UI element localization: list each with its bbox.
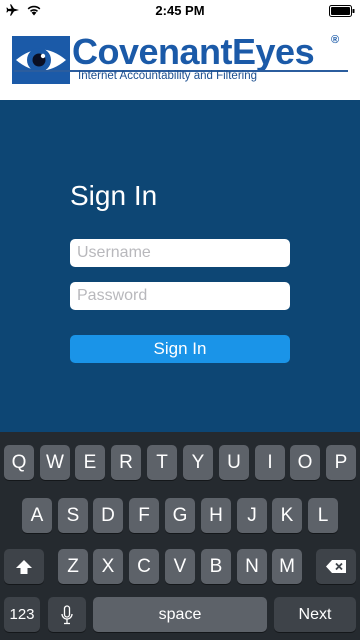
signin-button[interactable]: Sign In xyxy=(70,335,290,363)
username-input[interactable] xyxy=(70,239,290,267)
key-u[interactable]: U xyxy=(219,445,249,480)
key-d[interactable]: D xyxy=(93,498,123,533)
status-time: 2:45 PM xyxy=(155,3,205,18)
logo-tagline: Internet Accountability and Filtering xyxy=(78,70,257,82)
status-bar: 2:45 PM xyxy=(0,0,360,20)
backspace-icon xyxy=(326,560,346,573)
key-r[interactable]: R xyxy=(111,445,141,480)
key-z[interactable]: Z xyxy=(58,549,88,584)
microphone-icon xyxy=(61,605,73,625)
app-header: CovenantEyes ® Internet Accountability a… xyxy=(0,20,360,100)
key-s[interactable]: S xyxy=(58,498,88,533)
key-q[interactable]: Q xyxy=(4,445,34,480)
key-h[interactable]: H xyxy=(201,498,231,533)
shift-icon xyxy=(16,560,32,574)
key-t[interactable]: T xyxy=(147,445,177,480)
key-k[interactable]: K xyxy=(272,498,302,533)
key-x[interactable]: X xyxy=(93,549,123,584)
key-i[interactable]: I xyxy=(255,445,285,480)
key-o[interactable]: O xyxy=(290,445,320,480)
backspace-key[interactable] xyxy=(316,549,356,584)
key-p[interactable]: P xyxy=(326,445,356,480)
key-y[interactable]: Y xyxy=(183,445,213,480)
page-title: Sign In xyxy=(70,180,158,211)
shift-key[interactable] xyxy=(4,549,44,584)
key-c[interactable]: C xyxy=(129,549,159,584)
space-key[interactable]: space xyxy=(93,597,267,632)
on-screen-keyboard: Q W E R T Y U I O P A S D F G H J K L Z … xyxy=(0,432,360,640)
numbers-key[interactable]: 123 xyxy=(4,597,40,632)
key-f[interactable]: F xyxy=(129,498,159,533)
key-w[interactable]: W xyxy=(40,445,70,480)
key-a[interactable]: A xyxy=(22,498,52,533)
registered-mark: ® xyxy=(331,34,340,46)
next-key[interactable]: Next xyxy=(274,597,356,632)
key-b[interactable]: B xyxy=(201,549,231,584)
key-l[interactable]: L xyxy=(308,498,338,533)
key-e[interactable]: E xyxy=(75,445,105,480)
logo-name: CovenantEyes xyxy=(72,31,315,72)
password-input[interactable] xyxy=(70,282,290,310)
battery-icon xyxy=(329,4,355,17)
key-v[interactable]: V xyxy=(165,549,195,584)
key-n[interactable]: N xyxy=(237,549,267,584)
key-j[interactable]: J xyxy=(237,498,267,533)
dictation-key[interactable] xyxy=(48,597,86,632)
signin-panel: Sign In Sign In xyxy=(0,100,360,432)
key-m[interactable]: M xyxy=(272,549,302,584)
key-g[interactable]: G xyxy=(165,498,195,533)
